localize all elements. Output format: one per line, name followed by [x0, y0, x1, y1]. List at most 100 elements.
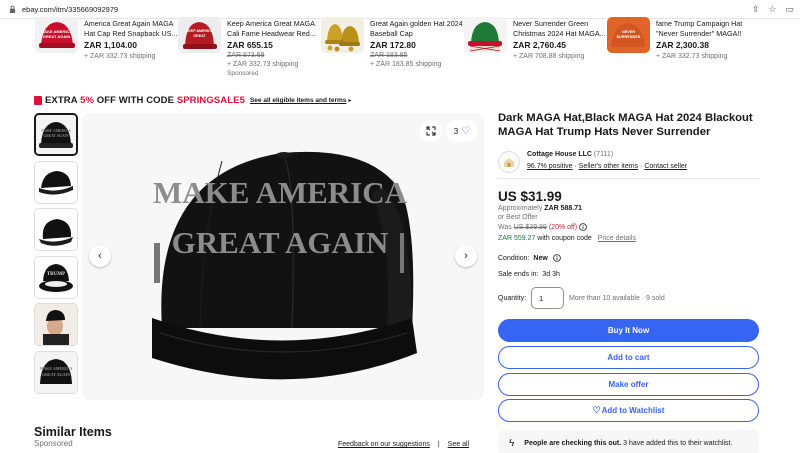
carousel-price: ZAR 1,104.00	[84, 40, 137, 50]
availability-text: More than 10 available · 9 sold	[569, 294, 665, 302]
seller-logo[interactable]	[498, 151, 520, 173]
sponsored-carousel: MAKE AMERICA GREAT AGAIN America Great Ag…	[0, 17, 800, 87]
seller-feedback-link[interactable]: 96.7% positive	[527, 163, 573, 170]
gallery-thumb-4[interactable]: TRUMP	[34, 256, 78, 299]
carousel-original-price: ZAR 873.69	[227, 52, 265, 59]
seller-links: 96.7% positive · Seller's other items · …	[527, 163, 688, 170]
svg-text:MAKE AMERICA: MAKE AMERICA	[40, 366, 73, 371]
carousel-title[interactable]: America Great Again MAGA Hat Cap Red Sna…	[84, 19, 180, 38]
carousel-shipping: + ZAR 708.88 shipping	[513, 53, 585, 60]
svg-text:SURRENDER: SURRENDER	[616, 35, 640, 39]
heart-icon: ♡	[461, 125, 471, 137]
chevron-right-icon: ▸	[348, 98, 352, 104]
share-icon[interactable]: ⇪	[752, 4, 760, 14]
carousel-title[interactable]: Keep America Great MAGA Cali Fame Headwe…	[227, 19, 323, 38]
seller-other-items-link[interactable]: Seller's other items	[579, 163, 638, 170]
browser-url-bar[interactable]: ebay.com/itm/335669092979 ⇪ ☆ ▭	[0, 0, 800, 19]
carousel-shipping: + ZAR 332.73 shipping	[84, 53, 156, 60]
carousel-thumb-4[interactable]	[464, 17, 507, 53]
carousel-card-1[interactable]: MAKE AMERICA GREAT AGAIN America Great Ag…	[35, 17, 180, 81]
quantity-row: Quantity: 1 More than 10 available · 9 s…	[498, 287, 665, 309]
svg-text:NEVER: NEVER	[622, 30, 635, 34]
carousel-title[interactable]: fame Trump Campaign Hat "Never Surrender…	[656, 19, 752, 38]
similar-sponsored-label: Sponsored	[34, 439, 73, 448]
condition-row: Condition: New	[498, 254, 561, 262]
carousel-thumb-3[interactable]	[321, 17, 364, 53]
carousel-shipping: + ZAR 183.85 shipping	[370, 61, 442, 68]
bookmark-star-icon[interactable]: ☆	[768, 4, 776, 14]
carousel-shipping: + ZAR 332.73 shipping	[656, 53, 728, 60]
carousel-title[interactable]: Never Surrender Green Christmas 2024 Hat…	[513, 19, 609, 38]
heart-icon: ♡	[592, 405, 601, 415]
carousel-thumb-5[interactable]: NEVER SURRENDER	[607, 17, 650, 53]
best-offer-text: or Best Offer	[498, 214, 538, 221]
svg-text:GREAT AGAIN: GREAT AGAIN	[43, 134, 69, 138]
site-info-icon[interactable]	[9, 5, 16, 13]
svg-text:GREAT: GREAT	[193, 34, 206, 38]
sale-ends-row: Sale ends in: 3d 3h	[498, 271, 560, 278]
lightning-icon: ϟ	[509, 437, 515, 449]
sidebar-icon[interactable]: ▭	[785, 4, 794, 14]
carousel-price: ZAR 2,300.38	[656, 40, 709, 50]
url-text[interactable]: ebay.com/itm/335669092979	[22, 5, 118, 14]
info-icon[interactable]	[579, 223, 587, 231]
watch-count-button[interactable]: 3 ♡	[446, 120, 478, 142]
was-price: Was US $39.99 (20% off)	[498, 223, 587, 231]
carousel-price: ZAR 2,760.45	[513, 40, 566, 50]
similar-items-heading: Similar Items	[34, 425, 112, 439]
social-proof-banner: ϟ People are checking this out. 3 have a…	[498, 430, 759, 453]
add-to-watchlist-button[interactable]: ♡ Add to Watchlist	[498, 399, 759, 422]
svg-text:MAKE AMERICA: MAKE AMERICA	[41, 129, 71, 133]
carousel-card-3[interactable]: Great Again golden Hat 2024 Baseball Cap…	[321, 17, 466, 81]
divider	[498, 178, 760, 179]
previous-image-button[interactable]: ‹	[89, 245, 111, 267]
quantity-input[interactable]: 1	[531, 287, 565, 309]
hat-embroidery-line1: MAKE AMERICA	[153, 175, 408, 210]
gallery-thumb-3[interactable]	[34, 208, 78, 251]
coupon-price: ZAR 559.27 with coupon code Price detail…	[498, 235, 636, 242]
similar-links: Feedback on our suggestions | See all	[338, 441, 469, 448]
browser-actions: ⇪ ☆ ▭	[752, 4, 794, 14]
carousel-card-2[interactable]: KEEP AMERICA GREAT Keep America Great MAG…	[178, 17, 323, 81]
chevron-right-icon: ›	[464, 250, 468, 262]
next-image-button[interactable]: ›	[455, 245, 477, 267]
carousel-card-4[interactable]: Never Surrender Green Christmas 2024 Hat…	[464, 17, 609, 81]
expand-image-button[interactable]	[420, 120, 442, 142]
gallery-thumb-2[interactable]	[34, 161, 78, 204]
see-all-link[interactable]: See all	[448, 441, 469, 448]
gallery-thumb-5[interactable]	[34, 303, 78, 346]
product-title: Dark MAGA Hat,Black MAGA Hat 2024 Blacko…	[498, 112, 753, 138]
svg-text:GREAT AGAIN: GREAT AGAIN	[43, 34, 71, 39]
carousel-price: ZAR 172.80	[370, 40, 416, 50]
contact-seller-link[interactable]: Contact seller	[644, 163, 687, 170]
promo-terms-link[interactable]: See all eligible items and terms	[250, 97, 346, 104]
carousel-card-5[interactable]: NEVER SURRENDER fame Trump Campaign Hat "…	[607, 17, 767, 81]
buy-it-now-button[interactable]: Buy It Now	[498, 319, 759, 342]
svg-text:TRUMP: TRUMP	[47, 272, 65, 277]
promo-banner: EXTRA 5% OFF WITH CODE SPRINGSALE5 See a…	[34, 95, 351, 106]
carousel-title[interactable]: Great Again golden Hat 2024 Baseball Cap	[370, 19, 466, 38]
carousel-thumb-1[interactable]: MAKE AMERICA GREAT AGAIN	[35, 17, 78, 53]
seller-info: Cottage House LLC (7111) 96.7% positive …	[498, 150, 760, 174]
expand-icon	[426, 126, 436, 136]
carousel-sponsored-label: Sponsored	[227, 70, 259, 77]
watch-count: 3	[453, 126, 459, 136]
gallery-thumb-6[interactable]: MAKE AMERICA GREAT AGAIN	[34, 351, 78, 394]
item-price: US $31.99	[498, 189, 562, 204]
feedback-suggestions-link[interactable]: Feedback on our suggestions	[338, 441, 430, 448]
chevron-left-icon: ‹	[98, 250, 102, 262]
carousel-original-price: ZAR 183.85	[370, 52, 408, 59]
promo-text: EXTRA 5% OFF WITH CODE SPRINGSALE5	[45, 95, 245, 106]
price-details-link[interactable]: Price details	[598, 235, 636, 242]
info-icon[interactable]	[553, 254, 561, 262]
separator: |	[437, 441, 440, 448]
seller-name[interactable]: Cottage House LLC (7111)	[527, 151, 613, 158]
coupon-tag-icon	[34, 96, 42, 105]
add-to-cart-button[interactable]: Add to cart	[498, 346, 759, 369]
carousel-thumb-2[interactable]: KEEP AMERICA GREAT	[178, 17, 221, 53]
svg-text:GREAT AGAIN: GREAT AGAIN	[42, 372, 70, 377]
main-product-image[interactable]: MAKE AMERICA GREAT AGAIN ‹ › 3 ♡	[82, 113, 484, 400]
make-offer-button[interactable]: Make offer	[498, 373, 759, 396]
gallery-thumb-1[interactable]: MAKE AMERICA GREAT AGAIN	[34, 113, 78, 156]
hat-embroidery-line2: GREAT AGAIN	[172, 225, 389, 260]
